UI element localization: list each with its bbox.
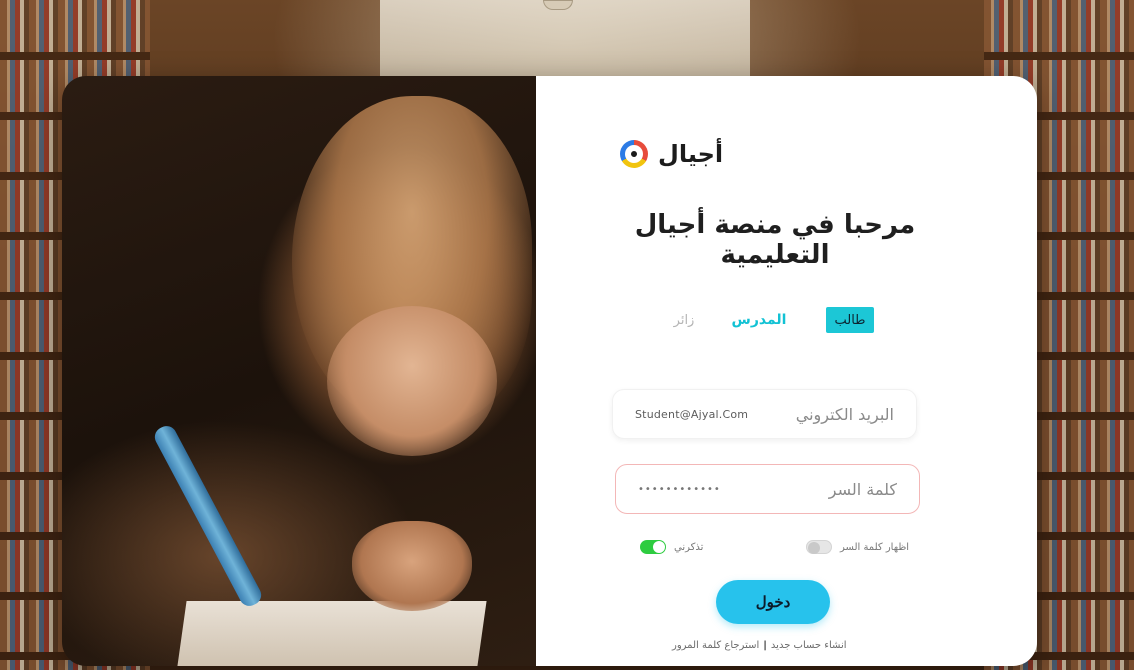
photo-girl-face: [327, 306, 497, 456]
footer-links: انشاء حساب جديد | استرجاع كلمة المرور: [672, 640, 847, 651]
tab-teacher[interactable]: المدرس: [732, 307, 787, 333]
brand-logo: أجيال: [620, 140, 723, 168]
password-field[interactable]: •••••••••••• كلمة السر: [615, 464, 920, 514]
ceiling-skylight: [380, 0, 750, 80]
brand-name: أجيال: [658, 140, 724, 168]
ajyal-circle-logo-icon: [620, 140, 648, 168]
email-label: البريد الكتروني: [795, 404, 894, 424]
show-password-toggle[interactable]: [806, 540, 832, 554]
email-field[interactable]: Student@Ajyal.Com البريد الكتروني: [612, 389, 917, 439]
remember-me-label: تذكرني: [674, 541, 704, 553]
photo-pen: [151, 422, 265, 610]
photo-hand: [352, 521, 472, 611]
recover-password-link[interactable]: استرجاع كلمة المرور: [672, 640, 759, 651]
create-account-link[interactable]: انشاء حساب جديد: [771, 640, 847, 651]
tab-student[interactable]: طالب: [826, 307, 874, 333]
login-panel: [536, 76, 1037, 666]
welcome-title: مرحبا في منصة أجيال التعليمية: [634, 210, 916, 270]
remember-me-option: تذكرني: [640, 540, 703, 554]
show-password-option: اظهار كلمة السر: [806, 540, 909, 554]
remember-me-toggle[interactable]: [640, 540, 666, 554]
login-button[interactable]: دخول: [716, 580, 830, 624]
tab-visitor[interactable]: زائر: [664, 307, 704, 333]
show-password-label: اظهار كلمة السر: [840, 541, 910, 553]
hero-photo: [62, 76, 536, 666]
login-card: [62, 76, 1037, 666]
email-value: Student@Ajyal.Com: [635, 407, 749, 421]
photo-paper: [177, 601, 487, 666]
password-value: ••••••••••••: [638, 483, 721, 495]
footer-separator: |: [763, 640, 767, 651]
password-label: كلمة السر: [828, 479, 897, 499]
